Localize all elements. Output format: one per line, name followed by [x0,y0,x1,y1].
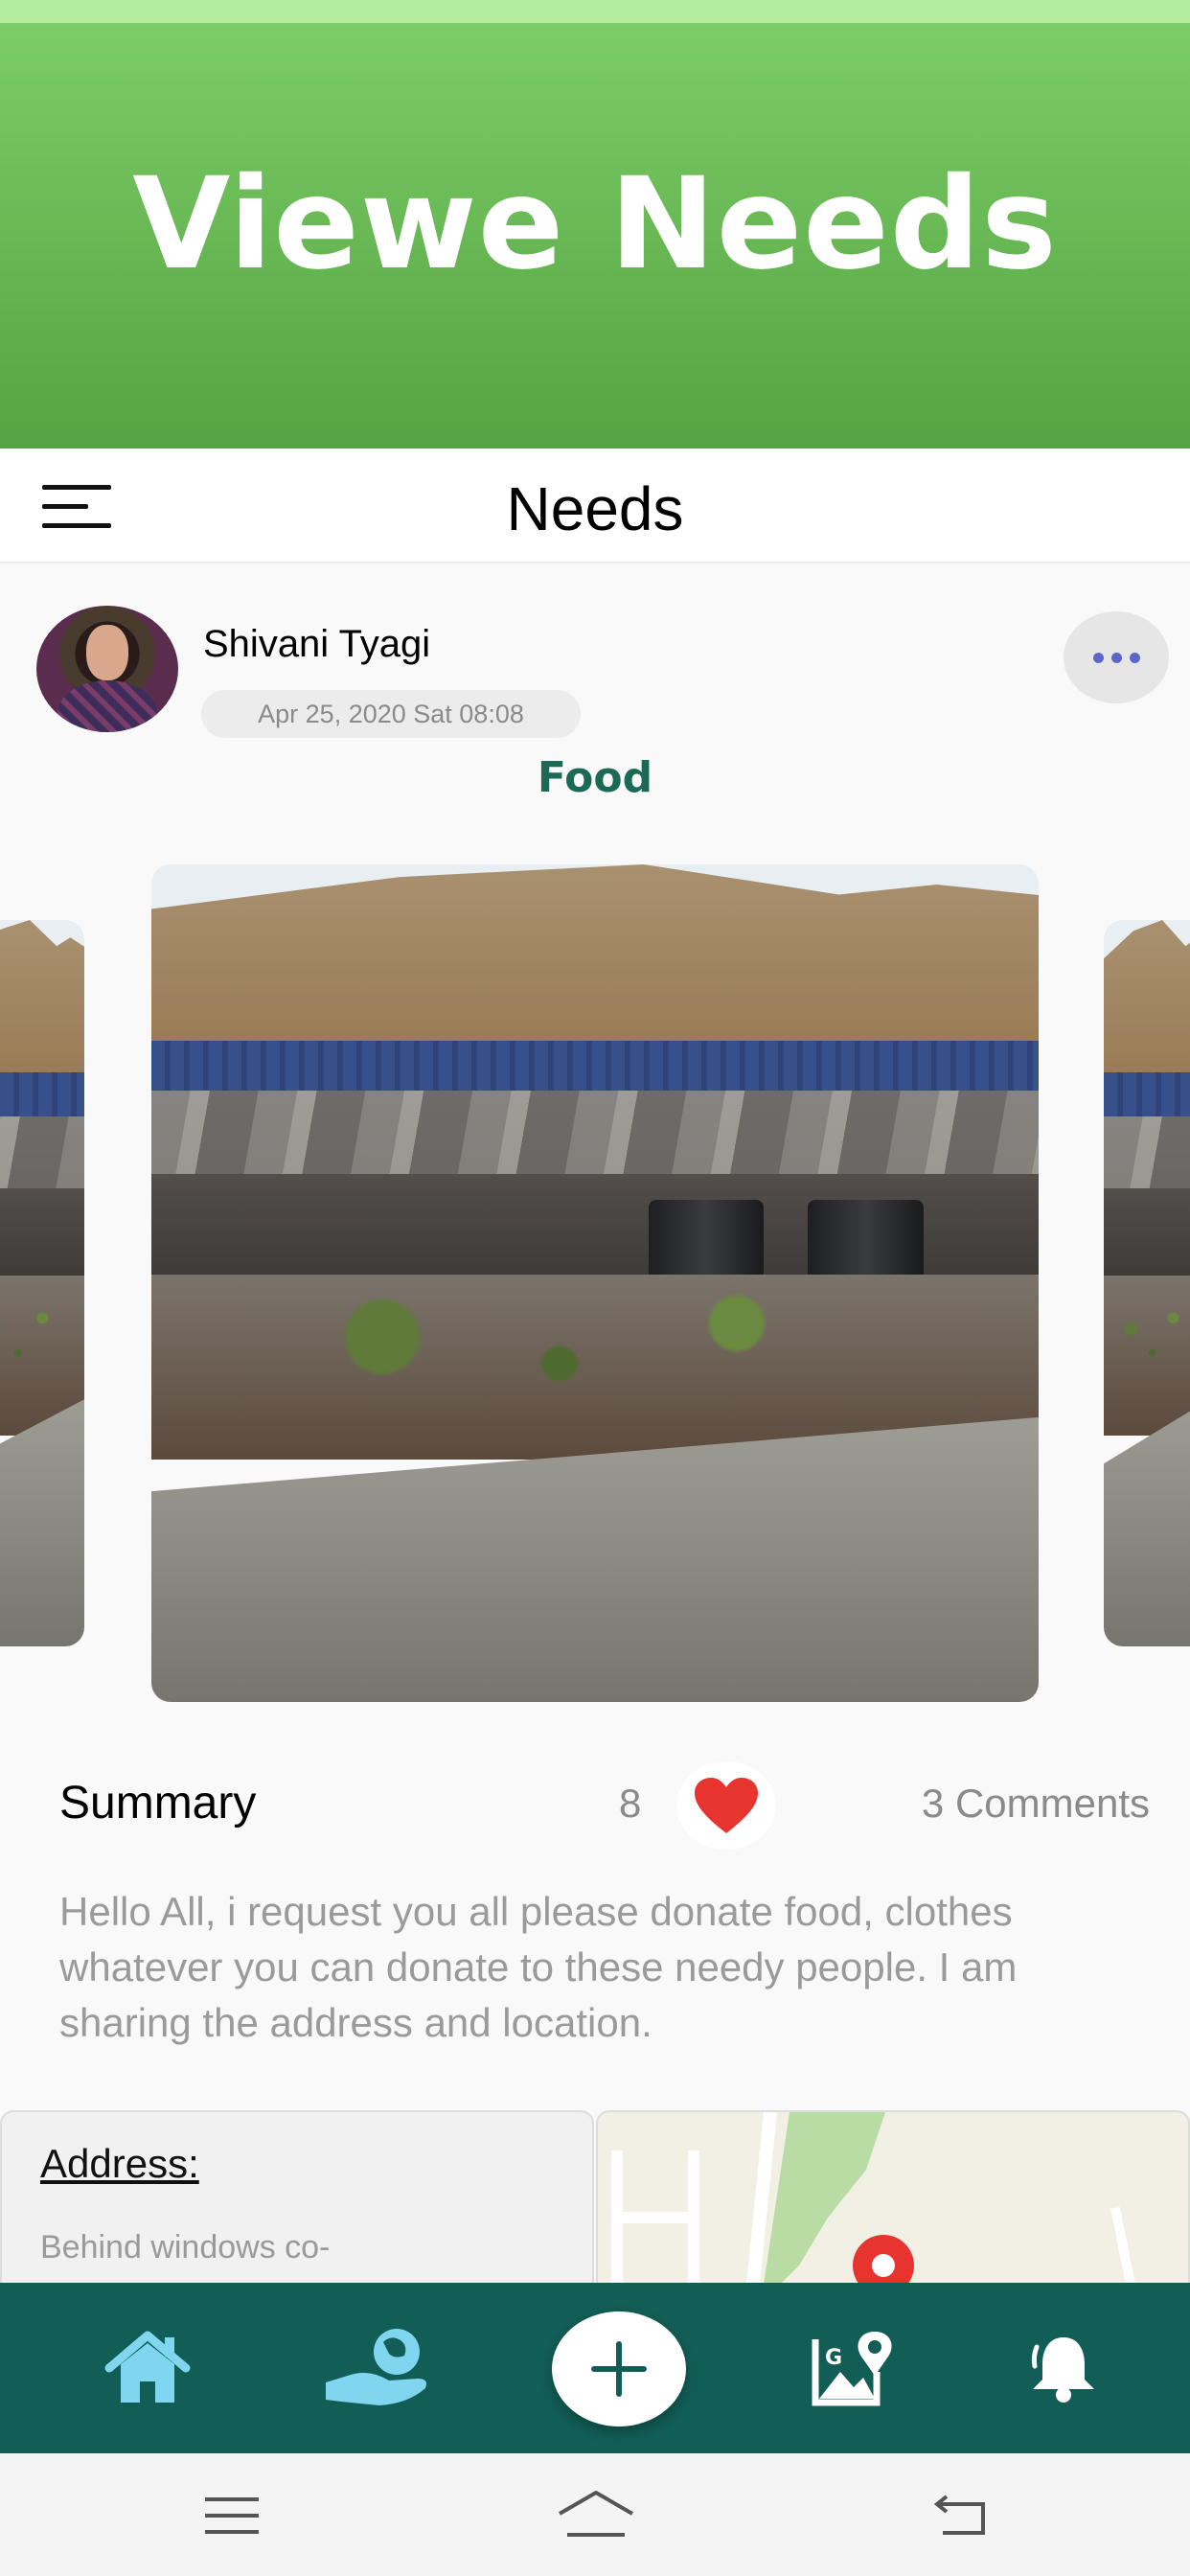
status-strip [0,0,1190,23]
recent-apps-icon [205,2497,259,2534]
summary-label: Summary [59,1778,257,1828]
recent-apps-button[interactable] [174,2482,289,2549]
map-location-icon: G [812,2332,892,2406]
carousel-image-current[interactable] [151,864,1039,1702]
carousel-image-previous[interactable] [0,920,84,1646]
more-options-button[interactable] [1064,611,1169,703]
home-icon [104,2331,191,2403]
app-header: Needs [0,448,1190,564]
banner-title: Viewe Needs [132,150,1058,298]
system-navigation-bar [0,2453,1190,2576]
back-icon [933,2495,985,2535]
author-name[interactable]: Shivani Tyagi [203,623,430,666]
bell-icon [1031,2337,1094,2403]
comments-link[interactable]: 3 Comments [922,1781,1150,1827]
system-back-button[interactable] [903,2482,1018,2549]
address-label: Address: [40,2141,199,2186]
page-title: Needs [506,474,684,543]
system-home-button[interactable] [538,2482,653,2549]
nav-needs[interactable] [293,2283,466,2453]
nav-map[interactable]: G [768,2283,941,2453]
screen: Viewe Needs Needs Shivani Tyagi Apr 25, … [0,0,1190,2576]
home-outline-icon [558,2491,634,2537]
address-text: Behind windows co- [40,2229,331,2266]
nav-home[interactable] [61,2283,234,2453]
like-button[interactable] [676,1761,776,1850]
post-category: Food [537,753,653,802]
hand-globe-icon [326,2329,426,2405]
carousel-image-next[interactable] [1104,920,1190,1646]
svg-text:G: G [825,2346,842,2370]
more-horizontal-icon [1092,652,1104,663]
summary-text: Hello All, i request you all please dona… [59,1889,1018,2045]
plus-icon [591,2341,647,2397]
avatar[interactable] [36,606,178,732]
nav-notifications[interactable] [977,2283,1150,2453]
bottom-navigation: G [0,2283,1190,2453]
promo-banner: Viewe Needs [0,23,1190,448]
post-date: Apr 25, 2020 Sat 08:08 [201,690,581,738]
heart-icon [695,1778,758,1833]
like-count: 8 [619,1781,642,1826]
add-need-button[interactable] [552,2312,686,2426]
